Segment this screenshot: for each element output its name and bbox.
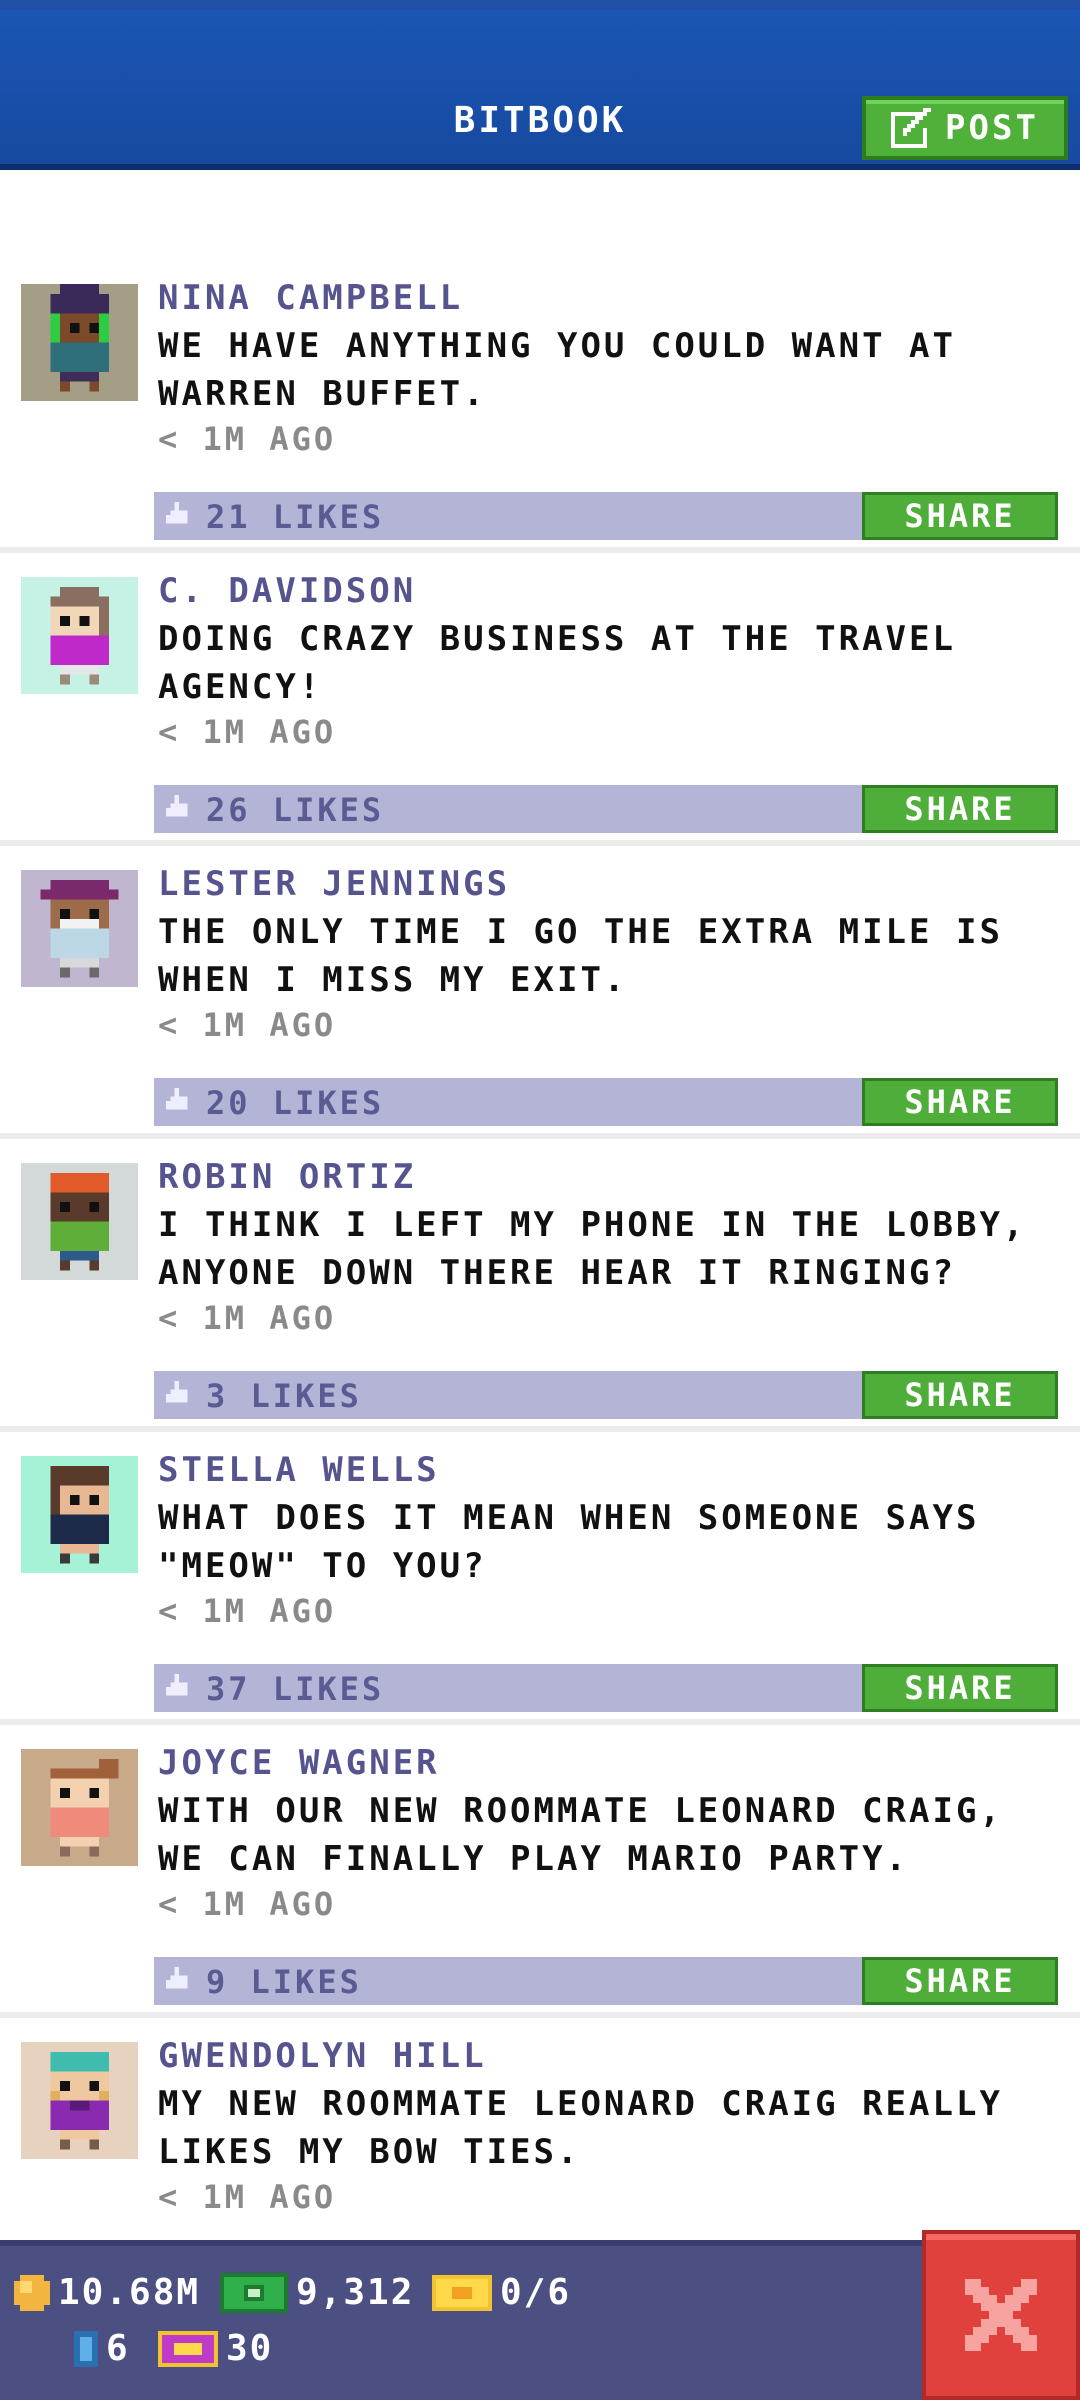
post-button-label: POST: [945, 108, 1039, 148]
avatar-image: [40, 879, 119, 978]
like-bar: 9 LIKES SHARE: [154, 1957, 1058, 2005]
post-author: GWENDOLYN HILL: [158, 2036, 487, 2076]
thumbs-up-icon: [166, 502, 188, 524]
post-author: LESTER JENNINGS: [158, 864, 511, 904]
likes-count: 26 LIKES: [206, 791, 385, 829]
share-button[interactable]: SHARE: [862, 1664, 1058, 1712]
coins-stat: 10.68M: [14, 2272, 200, 2313]
feed-post: C. DAVIDSON DOING CRAZY BUSINESS AT THE …: [0, 553, 1080, 846]
tickets-stat: 0/6: [432, 2272, 571, 2313]
avatar: [21, 577, 138, 694]
bux-value: 9,312: [296, 2272, 415, 2313]
avatar-image: [50, 1758, 119, 1857]
avatar: [21, 870, 138, 987]
post-message: I THINK I LEFT MY PHONE IN THE LOBBY, AN…: [158, 1205, 1027, 1293]
feed-post: JOYCE WAGNER WITH OUR NEW ROOMMATE LEONA…: [0, 1725, 1080, 2018]
post-author: ROBIN ORTIZ: [158, 1157, 417, 1197]
post-button[interactable]: POST: [862, 96, 1068, 160]
app-header: BITBOOK POST: [0, 0, 1080, 170]
post-time: < 1M AGO: [158, 1885, 337, 1923]
avatar: [21, 284, 138, 401]
keys-value: 6: [106, 2328, 130, 2369]
avatar-image: [50, 2051, 109, 2150]
like-bar: 26 LIKES SHARE: [154, 785, 1058, 833]
status-bar: 10.68M 9,312 0/6 6 30: [0, 2240, 1080, 2400]
avatar-image: [50, 284, 109, 392]
likes-count: 9 LIKES: [206, 1963, 362, 2001]
post-message: WHAT DOES IT MEAN WHEN SOMEONE SAYS "MEO…: [158, 1498, 980, 1586]
post-time: < 1M AGO: [158, 420, 337, 458]
feed-list[interactable]: NINA CAMPBELL WE HAVE ANYTHING YOU COULD…: [0, 170, 1080, 2240]
coin-icon: [14, 2274, 50, 2311]
post-message: WITH OUR NEW ROOMMATE LEONARD CRAIG, WE …: [158, 1791, 1003, 1879]
post-author: JOYCE WAGNER: [158, 1743, 440, 1783]
post-author: C. DAVIDSON: [158, 571, 417, 611]
share-button[interactable]: SHARE: [862, 1371, 1058, 1419]
like-bar: 37 LIKES SHARE: [154, 1664, 1058, 1712]
thumbs-up-icon: [166, 795, 188, 817]
cash-icon: [220, 2272, 288, 2313]
avatar: [21, 1749, 138, 1866]
avatar-image: [50, 1465, 109, 1564]
coins-value: 10.68M: [58, 2272, 201, 2313]
avatar: [21, 1456, 138, 1573]
post-time: < 1M AGO: [158, 1006, 337, 1044]
thumbs-up-icon: [166, 1088, 188, 1110]
avatar-image: [50, 1172, 109, 1271]
elevator-key-icon: [74, 2330, 98, 2367]
feed-post: LESTER JENNINGS THE ONLY TIME I GO THE E…: [0, 846, 1080, 1139]
share-button[interactable]: SHARE: [862, 785, 1058, 833]
post-message: MY NEW ROOMMATE LEONARD CRAIG REALLY LIK…: [158, 2084, 1003, 2172]
avatar: [21, 2042, 138, 2159]
post-message: THE ONLY TIME I GO THE EXTRA MILE IS WHE…: [158, 912, 1003, 1000]
post-author: NINA CAMPBELL: [158, 278, 464, 318]
close-button[interactable]: [922, 2230, 1080, 2400]
vip-value: 30: [226, 2328, 274, 2369]
post-message: WE HAVE ANYTHING YOU COULD WANT AT WARRE…: [158, 326, 956, 414]
likes-count: 20 LIKES: [206, 1084, 385, 1122]
edit-icon: [891, 108, 932, 148]
post-message: DOING CRAZY BUSINESS AT THE TRAVEL AGENC…: [158, 619, 956, 707]
like-bar: 3 LIKES SHARE: [154, 1371, 1058, 1419]
share-button[interactable]: SHARE: [862, 492, 1058, 540]
share-button[interactable]: SHARE: [862, 1078, 1058, 1126]
thumbs-up-icon: [166, 1381, 188, 1403]
feed-post: STELLA WELLS WHAT DOES IT MEAN WHEN SOME…: [0, 1432, 1080, 1725]
thumbs-up-icon: [166, 1674, 188, 1696]
like-bar: 20 LIKES SHARE: [154, 1078, 1058, 1126]
close-icon: [965, 2279, 1037, 2351]
post-time: < 1M AGO: [158, 1299, 337, 1337]
post-author: STELLA WELLS: [158, 1450, 440, 1490]
like-bar: 21 LIKES SHARE: [154, 492, 1058, 540]
feed-post: ROBIN ORTIZ I THINK I LEFT MY PHONE IN T…: [0, 1139, 1080, 1432]
tickets-value: 0/6: [500, 2272, 572, 2313]
bux-stat: 9,312: [220, 2272, 414, 2313]
feed-post: GWENDOLYN HILL MY NEW ROOMMATE LEONARD C…: [0, 2018, 1080, 2240]
post-time: < 1M AGO: [158, 2178, 337, 2216]
likes-count: 37 LIKES: [206, 1670, 385, 1708]
feed-post: NINA CAMPBELL WE HAVE ANYTHING YOU COULD…: [0, 260, 1080, 553]
share-button[interactable]: SHARE: [862, 1957, 1058, 2005]
post-time: < 1M AGO: [158, 713, 337, 751]
keys-stat: 6: [74, 2328, 130, 2369]
vip-ticket-icon: [158, 2330, 218, 2367]
thumbs-up-icon: [166, 1967, 188, 1989]
post-time: < 1M AGO: [158, 1592, 337, 1630]
avatar-image: [50, 586, 109, 685]
ticket-icon: [432, 2274, 492, 2311]
likes-count: 3 LIKES: [206, 1377, 362, 1415]
likes-count: 21 LIKES: [206, 498, 385, 536]
avatar: [21, 1163, 138, 1280]
vip-stat: 30: [158, 2328, 273, 2369]
